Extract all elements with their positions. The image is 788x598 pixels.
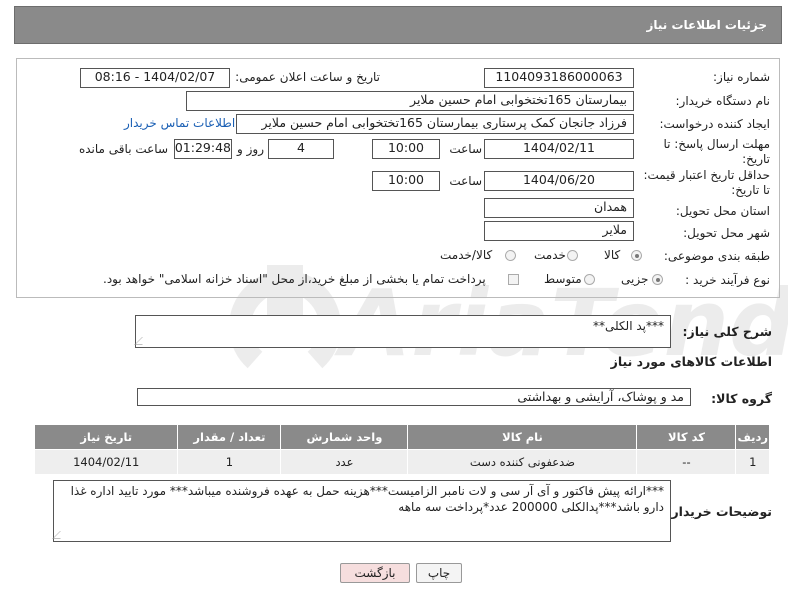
need-number-field: 1104093186000063 [484, 68, 634, 88]
category-radio-goods-service[interactable] [505, 250, 516, 261]
price-validity-label: حداقل تاریخ اعتبار قیمت: تا تاریخ: [643, 168, 770, 197]
city-label: شهر محل تحویل: [683, 226, 770, 240]
column-header-need-date: تاریخ نیاز [33, 424, 179, 450]
cell-row: 1 [735, 449, 770, 475]
category-option-service-label: خدمت [534, 248, 566, 262]
cell-unit: عدد [280, 449, 409, 475]
buyer-notes-label: توضیحات خریدار: [666, 504, 772, 519]
category-radio-service[interactable] [567, 250, 578, 261]
buyer-org-field: بیمارستان 165تختخوابی امام حسین ملایر [186, 91, 634, 111]
announce-date-label: تاریخ و ساعت اعلان عمومی: [235, 70, 380, 84]
deadline-date-field: 1404/02/11 [484, 139, 634, 159]
cell-code: -- [636, 449, 737, 475]
province-field: همدان [484, 198, 634, 218]
process-radio-medium[interactable] [584, 274, 595, 285]
city-field: ملایر [484, 221, 634, 241]
cell-quantity: 1 [177, 449, 282, 475]
announce-date-field: 1404/02/07 - 08:16 [80, 68, 230, 88]
category-option-goods-label: کالا [604, 248, 621, 262]
buyer-notes-textarea[interactable]: ***ارائه پیش فاکتور و آی آر سی و لات نام… [52, 480, 671, 542]
process-radio-minor[interactable] [652, 274, 663, 285]
requester-label: ایجاد کننده درخواست: [659, 117, 770, 131]
buyer-contact-link[interactable]: اطلاعات تماس خریدار [124, 116, 235, 130]
column-header-quantity: تعداد / مقدار [177, 424, 282, 450]
days-remaining-field: 4 [268, 139, 334, 159]
description-text: ***پد الکلی** [592, 319, 664, 333]
description-label: شرح کلی نیاز: [682, 324, 772, 339]
time-remaining-field: 01:29:48 [174, 139, 232, 159]
buyer-notes-text: ***ارائه پیش فاکتور و آی آر سی و لات نام… [70, 484, 664, 514]
price-validity-date-field: 1404/06/20 [484, 171, 634, 191]
category-option-goods-service-label: کالا/خدمت [440, 248, 493, 262]
price-validity-time-field: 10:00 [372, 171, 440, 191]
resize-grip-icon[interactable] [134, 337, 150, 345]
resize-grip-icon[interactable] [52, 531, 68, 539]
province-label: استان محل تحویل: [675, 204, 770, 218]
treasury-payment-checkbox[interactable] [508, 274, 519, 285]
column-header-name: نام کالا [407, 424, 638, 450]
requester-field: فرزاد جانجان کمک پرستاری بیمارستان 165تخ… [236, 114, 634, 134]
buyer-org-label: نام دستگاه خریدار: [675, 94, 771, 108]
category-radio-goods[interactable] [631, 250, 642, 261]
goods-section-title: اطلاعات کالاهای مورد نیاز [610, 354, 772, 369]
goods-group-label: گروه کالا: [711, 391, 772, 406]
back-button[interactable]: بازگشت [340, 563, 410, 583]
column-header-code: کد کالا [636, 424, 737, 450]
goods-table-header: ردیف کد کالا نام کالا واحد شمارش تعداد /… [33, 424, 770, 450]
process-type-label: نوع فرآیند خرید : [685, 273, 770, 287]
print-button[interactable]: چاپ [416, 563, 462, 583]
page-title: جزئیات اطلاعات نیاز [646, 18, 767, 32]
table-row: 1 -- ضدعفونی کننده دست عدد 1 1404/02/11 [33, 449, 770, 475]
cell-name: ضدعفونی کننده دست [407, 449, 638, 475]
price-validity-time-label: ساعت [449, 174, 482, 188]
days-label: روز و [237, 142, 264, 156]
description-textarea[interactable]: ***پد الکلی** [134, 315, 671, 348]
column-header-unit: واحد شمارش [280, 424, 409, 450]
deadline-label: مهلت ارسال پاسخ: تا تاریخ: [663, 137, 770, 166]
treasury-payment-note: پرداخت تمام یا بخشی از مبلغ خرید،از محل … [103, 272, 486, 286]
cell-need-date: 1404/02/11 [33, 449, 179, 475]
category-label: طبقه بندی موضوعی: [663, 249, 770, 263]
goods-group-field: مد و پوشاک، آرایشی و بهداشتی [137, 388, 691, 406]
time-remaining-label: ساعت باقی مانده [78, 142, 168, 156]
deadline-time-field: 10:00 [372, 139, 440, 159]
process-option-medium-label: متوسط [544, 272, 582, 286]
column-header-row: ردیف [735, 424, 770, 450]
goods-table: ردیف کد کالا نام کالا واحد شمارش تعداد /… [33, 424, 770, 475]
deadline-time-label: ساعت [449, 142, 482, 156]
process-option-minor-label: جزیی [621, 272, 649, 286]
need-number-label: شماره نیاز: [713, 70, 770, 84]
page-header: جزئیات اطلاعات نیاز [14, 6, 782, 44]
